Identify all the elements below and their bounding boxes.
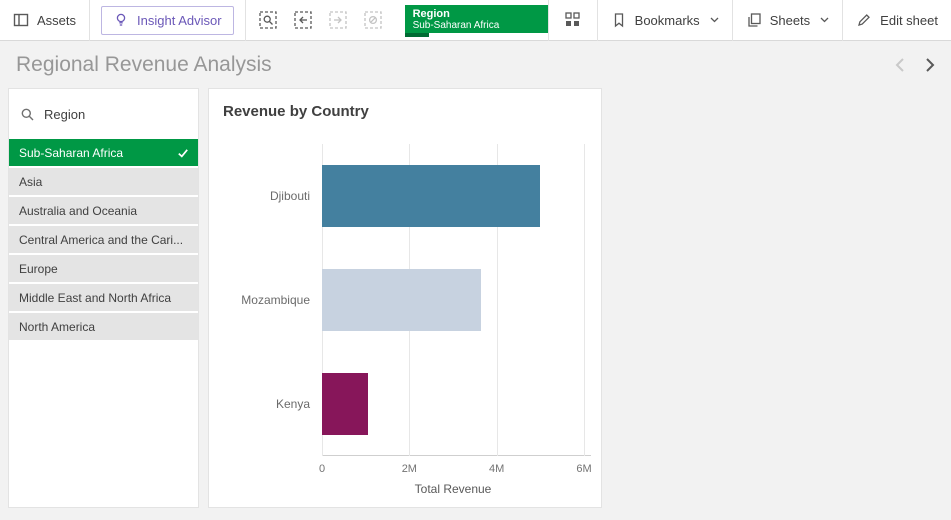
filter-item-label: Australia and Oceania — [19, 204, 189, 218]
filter-item[interactable]: North America — [9, 313, 198, 340]
pencil-icon — [856, 12, 872, 28]
lightbulb-icon — [113, 12, 129, 28]
bar-track — [322, 352, 584, 456]
chart-plot: Djibouti Mozambique Kenya — [217, 144, 584, 456]
assets-label: Assets — [37, 13, 76, 28]
top-toolbar: Assets Insight Advisor Region Sub-Sahara… — [0, 0, 951, 41]
chart-revenue-by-country: Revenue by Country Djibouti Mozambique Ken… — [208, 88, 602, 508]
clear-selections-icon[interactable] — [358, 6, 389, 35]
grid-view-icon[interactable] — [551, 6, 595, 35]
bookmarks-label: Bookmarks — [635, 13, 700, 28]
selection-chip-region[interactable]: Region Sub-Saharan Africa — [405, 0, 548, 41]
x-axis: 02M4M6M — [217, 456, 584, 478]
chevron-down-icon — [820, 17, 829, 23]
filter-item-label: Asia — [19, 175, 189, 189]
previous-sheet-button[interactable] — [887, 51, 915, 79]
category-label: Djibouti — [217, 189, 322, 203]
step-back-icon[interactable] — [288, 6, 319, 35]
filter-item[interactable]: Central America and the Cari... — [9, 226, 198, 253]
selection-tools — [246, 6, 396, 35]
bar-track — [322, 144, 584, 248]
x-tick: 0 — [319, 463, 325, 475]
toolbar-right-group: Bookmarks Sheets Edit sheet — [548, 0, 951, 40]
bar-mozambique[interactable] — [322, 269, 481, 331]
qlik-app-window: { "toolbar": { "assets_label": "Assets",… — [0, 0, 951, 520]
selection-chip-field: Region — [413, 8, 540, 20]
checkmark-icon — [177, 147, 189, 159]
chevron-down-icon — [710, 17, 719, 23]
bar-row: Mozambique — [217, 248, 584, 352]
edit-sheet-button[interactable]: Edit sheet — [843, 0, 951, 40]
filter-item[interactable]: Europe — [9, 255, 198, 282]
bookmarks-button[interactable]: Bookmarks — [598, 0, 732, 40]
category-label: Kenya — [217, 397, 322, 411]
selections-tool-button[interactable] — [253, 6, 284, 35]
next-sheet-button[interactable] — [915, 51, 943, 79]
filter-item-label: Sub-Saharan Africa — [19, 146, 177, 160]
filter-pane-header[interactable]: Region — [9, 89, 198, 139]
bar-djibouti[interactable] — [322, 165, 540, 227]
selection-chip-value: Sub-Saharan Africa — [413, 20, 540, 32]
chart-title: Revenue by Country — [209, 89, 601, 120]
bar-row: Djibouti — [217, 144, 584, 248]
bookmark-icon — [611, 12, 627, 28]
bar-row: Kenya — [217, 352, 584, 456]
filter-pane-region: Region Sub-Saharan Africa Asia Australia a… — [8, 88, 199, 508]
sheets-label: Sheets — [770, 13, 810, 28]
filter-item-label: Europe — [19, 262, 189, 276]
bar-track — [322, 248, 584, 352]
category-label: Mozambique — [217, 293, 322, 307]
filter-field-title: Region — [44, 107, 85, 122]
filter-item-label: North America — [19, 320, 189, 334]
filter-item-label: Middle East and North Africa — [19, 291, 189, 305]
toolbar-separator — [548, 0, 549, 41]
x-tick: 6M — [576, 463, 591, 475]
x-axis-title: Total Revenue — [322, 482, 584, 496]
filter-item-label: Central America and the Cari... — [19, 233, 189, 247]
selection-chip-accent-bar — [405, 33, 429, 37]
filter-item[interactable]: Sub-Saharan Africa — [9, 139, 198, 166]
sheets-button[interactable]: Sheets — [733, 0, 842, 40]
sheets-icon — [746, 12, 762, 28]
step-forward-icon[interactable] — [323, 6, 354, 35]
x-tick: 4M — [489, 463, 504, 475]
selection-chip: Region Sub-Saharan Africa — [405, 5, 548, 33]
filter-item[interactable]: Asia — [9, 168, 198, 195]
assets-button[interactable]: Assets — [0, 0, 89, 40]
sheet-title-bar: Regional Revenue Analysis — [0, 41, 951, 88]
filter-item[interactable]: Australia and Oceania — [9, 197, 198, 224]
filter-item[interactable]: Middle East and North Africa — [9, 284, 198, 311]
edit-sheet-label: Edit sheet — [880, 13, 938, 28]
bar-kenya[interactable] — [322, 373, 368, 435]
insight-advisor-label: Insight Advisor — [137, 13, 222, 28]
search-icon — [20, 107, 35, 122]
x-tick: 2M — [402, 463, 417, 475]
gridline — [584, 144, 585, 456]
toolbar-separator — [89, 0, 90, 41]
filter-list: Sub-Saharan Africa Asia Australia and Ocea… — [9, 139, 198, 340]
insight-advisor-button[interactable]: Insight Advisor — [101, 6, 234, 35]
sheet-title: Regional Revenue Analysis — [16, 53, 887, 77]
assets-panel-icon — [13, 12, 29, 28]
